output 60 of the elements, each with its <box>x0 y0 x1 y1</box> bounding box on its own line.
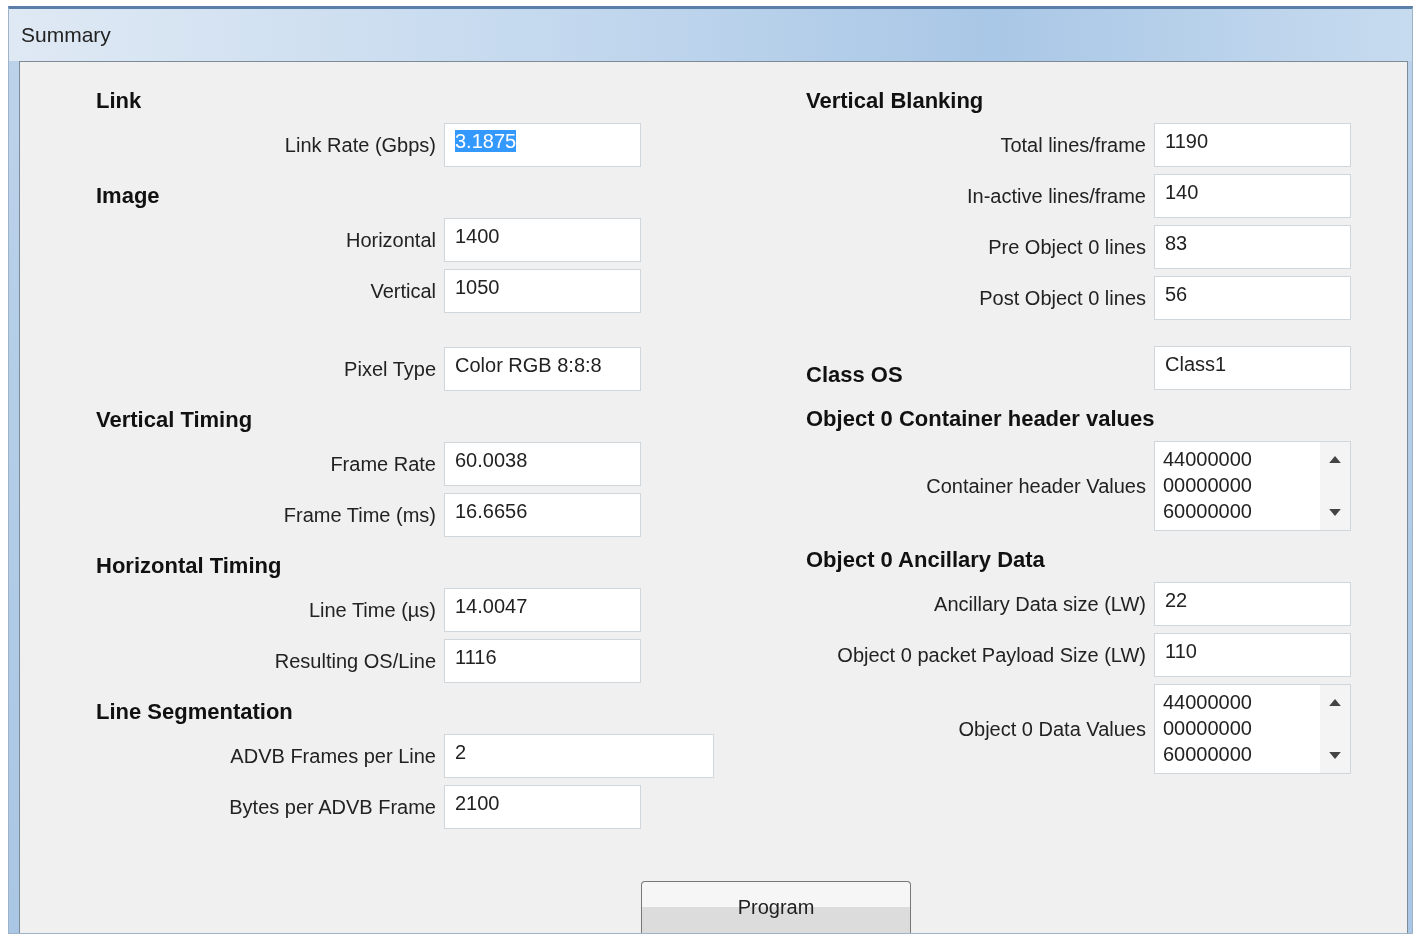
list-item[interactable]: 00000000 <box>1163 472 1312 498</box>
text-field[interactable]: 1190 <box>1154 123 1351 167</box>
field-label: Link Rate (Gbps) <box>284 133 436 157</box>
field-label: Object 0 Data Values <box>958 717 1146 741</box>
list-box[interactable]: 44000000 00000000 60000000 <box>1154 684 1351 774</box>
field-label: Pixel Type <box>344 357 436 381</box>
text-field[interactable]: 14.0047 <box>444 588 641 632</box>
list-item[interactable]: 60000000 <box>1163 498 1312 524</box>
field-label: Total lines/frame <box>1000 133 1146 157</box>
text-field[interactable]: 1050 <box>444 269 641 313</box>
section-heading: Class OS <box>806 361 903 389</box>
program-button[interactable]: Program <box>641 881 911 933</box>
text-field[interactable]: Class1 <box>1154 346 1351 390</box>
field-label: Frame Rate <box>330 452 436 476</box>
list-item[interactable]: 44000000 <box>1163 446 1312 472</box>
field-label: ADVB Frames per Line <box>230 744 436 768</box>
field-label: Container header Values <box>926 474 1146 498</box>
selected-text: 3.1875 <box>455 130 517 152</box>
text-field[interactable]: 1400 <box>444 218 641 262</box>
section-heading: Object 0 Container header values <box>806 405 1156 433</box>
section-heading: Image <box>96 182 161 210</box>
text-field[interactable]: 1116 <box>444 639 641 683</box>
window-title: Summary <box>21 23 111 47</box>
field-label: Object 0 packet Payload Size (LW) <box>837 643 1146 667</box>
list-item[interactable]: 00000000 <box>1163 715 1312 741</box>
section-heading: Object 0 Ancillary Data <box>806 546 1046 574</box>
field-label: Pre Object 0 lines <box>988 235 1146 259</box>
scrollbar[interactable] <box>1320 442 1350 530</box>
text-field[interactable]: 140 <box>1154 174 1351 218</box>
field-label: Vertical <box>370 279 436 303</box>
text-field[interactable]: 110 <box>1154 633 1351 677</box>
text-field[interactable]: 2100 <box>444 785 641 829</box>
text-field[interactable]: 83 <box>1154 225 1351 269</box>
section-heading: Vertical Timing <box>96 406 254 434</box>
text-field[interactable]: Color RGB 8:8:8 <box>444 347 641 391</box>
text-field[interactable]: 60.0038 <box>444 442 641 486</box>
text-field[interactable]: 22 <box>1154 582 1351 626</box>
section-heading: Link <box>96 87 143 115</box>
scroll-up-icon[interactable] <box>1329 699 1341 706</box>
field-label: Frame Time (ms) <box>283 503 436 527</box>
field-label: Bytes per ADVB Frame <box>229 795 436 819</box>
scroll-down-icon[interactable] <box>1329 752 1341 759</box>
text-field[interactable]: 16.6656 <box>444 493 641 537</box>
list-item[interactable]: 60000000 <box>1163 741 1312 767</box>
text-field[interactable]: 56 <box>1154 276 1351 320</box>
field-label: In-active lines/frame <box>967 184 1146 208</box>
list-item[interactable]: 44000000 <box>1163 689 1312 715</box>
scrollbar[interactable] <box>1320 685 1350 773</box>
field-label: Ancillary Data size (LW) <box>934 592 1146 616</box>
text-field[interactable]: 2 <box>444 734 714 778</box>
field-label: Post Object 0 lines <box>979 286 1146 310</box>
field-label: Line Time (µs) <box>308 598 436 622</box>
list-box[interactable]: 44000000 00000000 60000000 <box>1154 441 1351 531</box>
section-heading: Line Segmentation <box>96 698 294 726</box>
section-heading: Horizontal Timing <box>96 552 283 580</box>
section-heading: Vertical Blanking <box>806 87 985 115</box>
scroll-down-icon[interactable] <box>1329 509 1341 516</box>
scroll-up-icon[interactable] <box>1329 456 1341 463</box>
field-label: Resulting OS/Line <box>274 649 436 673</box>
field-label: Horizontal <box>345 228 436 252</box>
